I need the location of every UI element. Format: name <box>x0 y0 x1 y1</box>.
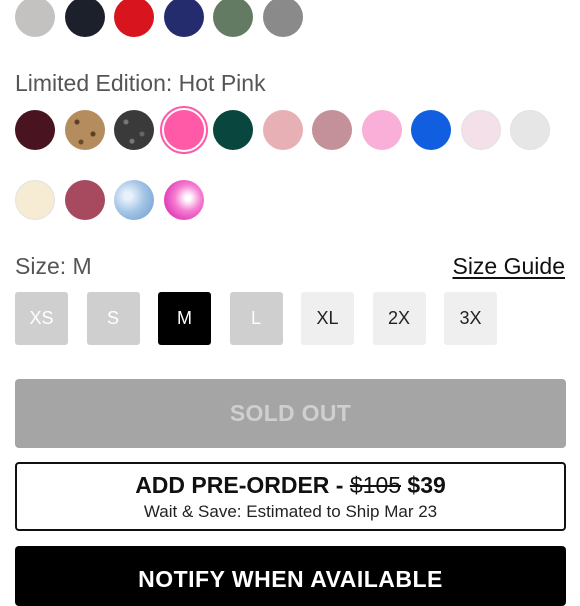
swatch-dark-teal[interactable] <box>213 110 253 150</box>
size-options: XS S M L XL 2X 3X <box>15 292 516 345</box>
swatch-leopard[interactable] <box>64 110 105 150</box>
size-option-xs[interactable]: XS <box>15 292 68 345</box>
color-swatches-row-1 <box>15 106 560 154</box>
swatch-light-pink[interactable] <box>361 110 402 150</box>
swatch-navy-black[interactable] <box>64 0 105 37</box>
add-preorder-button[interactable]: ADD PRE-ORDER - $105 $39 Wait & Save: Es… <box>15 462 566 531</box>
preorder-price-line: ADD PRE-ORDER - $105 $39 <box>135 472 446 499</box>
size-label: Size: M <box>15 253 92 279</box>
size-option-m[interactable]: M <box>158 292 211 345</box>
size-option-2x[interactable]: 2X <box>372 292 426 345</box>
swatch-burgundy[interactable] <box>15 110 55 150</box>
size-option-xl[interactable]: XL <box>301 292 354 345</box>
sold-out-button[interactable]: SOLD OUT <box>15 379 566 448</box>
original-price: $105 <box>349 471 402 498</box>
swatch-heather-white[interactable] <box>510 110 550 150</box>
swatch-dark-leopard[interactable] <box>114 110 154 150</box>
swatch-sage-green[interactable] <box>213 0 253 37</box>
sale-price: $39 <box>407 471 446 498</box>
preorder-subtitle: Wait & Save: Estimated to Ship Mar 23 <box>143 501 438 521</box>
notify-when-available-button[interactable]: NOTIFY WHEN AVAILABLE <box>15 546 566 606</box>
swatch-mauve[interactable] <box>312 110 352 150</box>
swatch-sky-tie-dye[interactable] <box>114 180 154 220</box>
swatch-red[interactable] <box>114 0 154 37</box>
top-color-swatches <box>15 0 312 37</box>
preorder-prefix: ADD PRE-ORDER - <box>135 471 350 498</box>
size-option-s[interactable]: S <box>86 292 140 345</box>
size-option-3x[interactable]: 3X <box>444 292 497 345</box>
swatch-cream[interactable] <box>15 180 55 220</box>
color-swatches-row-2 <box>15 180 213 220</box>
swatch-blush[interactable] <box>262 110 303 150</box>
size-guide-link[interactable]: Size Guide <box>452 253 565 280</box>
size-option-l[interactable]: L <box>229 292 283 345</box>
swatch-pale-pink[interactable] <box>460 110 501 150</box>
swatch-hot-pink[interactable] <box>159 106 208 154</box>
color-label: Limited Edition: Hot Pink <box>15 70 266 96</box>
swatch-raspberry[interactable] <box>64 180 105 220</box>
swatch-royal-navy[interactable] <box>163 0 204 37</box>
swatch-pink-tie-dye[interactable] <box>163 180 204 220</box>
swatch-gray[interactable] <box>262 0 303 37</box>
swatch-royal-blue[interactable] <box>411 110 451 150</box>
swatch-light-gray[interactable] <box>15 0 55 37</box>
